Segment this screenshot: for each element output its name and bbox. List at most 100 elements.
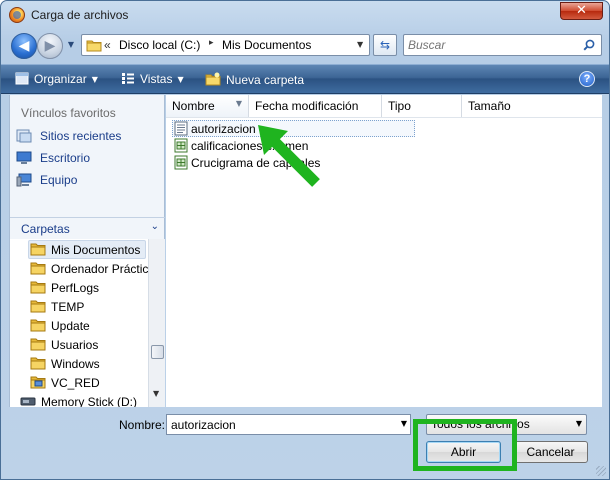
command-toolbar: Organizar ▼ Vistas ▼ Nueva carpeta ? xyxy=(1,64,609,94)
chevron-down-icon[interactable]: ⌄ xyxy=(151,221,159,232)
chevron-down-icon: ▼ xyxy=(91,75,98,84)
organize-label: Organizar xyxy=(34,72,87,86)
annotation-arrow-icon xyxy=(258,125,320,187)
address-dropdown-icon[interactable]: ▼ xyxy=(357,40,367,50)
arrow-left-icon: ◀ xyxy=(18,38,30,54)
search-input[interactable] xyxy=(406,36,576,54)
folders-header[interactable]: Carpetas ⌄ xyxy=(10,217,165,237)
file-name-input[interactable] xyxy=(169,416,393,433)
tree-item-label: Usuarios xyxy=(51,338,99,352)
folder-icon xyxy=(30,262,46,275)
favorite-desktop[interactable]: Escritorio xyxy=(16,151,90,169)
column-header-label: Nombre xyxy=(172,99,215,113)
back-button[interactable]: ◀ xyxy=(11,33,37,59)
firefox-icon xyxy=(9,7,25,23)
folder-icon xyxy=(30,243,46,256)
arrow-right-icon: ▶ xyxy=(44,38,56,54)
recent-places-icon xyxy=(16,129,32,143)
tree-item-label: TEMP xyxy=(51,300,85,314)
tree-item-perflogs[interactable]: PerfLogs xyxy=(10,278,148,297)
tree-item-temp[interactable]: TEMP xyxy=(10,297,148,316)
resize-grip-icon[interactable] xyxy=(596,466,606,476)
column-header-label: Tamaño xyxy=(468,99,511,113)
favorite-recent-places[interactable]: Sitios recientes xyxy=(16,129,121,147)
address-overflow-chevron[interactable]: « xyxy=(104,38,111,52)
file-list: Nombre ▼ Fecha modificación Tipo Tamaño … xyxy=(166,95,602,407)
scrollbar-thumb[interactable] xyxy=(151,345,164,359)
organize-icon xyxy=(15,72,29,85)
tree-item-label: PerfLogs xyxy=(51,281,100,295)
favorite-label: Sitios recientes xyxy=(40,129,122,143)
tree-item-label: Update xyxy=(51,319,90,333)
folder-icon xyxy=(30,338,46,351)
folder-icon xyxy=(30,357,46,370)
desktop-icon xyxy=(16,151,32,164)
folders-header-label: Carpetas xyxy=(21,222,70,236)
refresh-button[interactable]: ⇆ xyxy=(373,34,397,56)
address-bar[interactable]: « Disco local (C:) ▸ Mis Documentos ▼ xyxy=(81,34,370,56)
scroll-down-arrow-icon[interactable]: ▼ xyxy=(153,389,159,398)
folder-tree: Mis Documentos Ordenador Práctic PerfLog… xyxy=(10,239,148,407)
favorite-label: Equipo xyxy=(40,173,78,187)
address-segment-my-documents[interactable]: Mis Documentos xyxy=(222,38,311,52)
column-header-label: Tipo xyxy=(388,99,411,113)
views-icon xyxy=(122,73,134,84)
new-folder-button[interactable]: Nueva carpeta xyxy=(205,72,304,87)
window-title: Carga de archivos xyxy=(31,8,129,22)
address-separator-icon[interactable]: ▸ xyxy=(209,38,214,48)
tree-item-windows[interactable]: Windows xyxy=(10,354,148,373)
column-header-type[interactable]: Tipo xyxy=(382,95,462,117)
chevron-down-icon: ▼ xyxy=(67,40,75,49)
column-header-name[interactable]: Nombre ▼ xyxy=(166,95,249,117)
tree-item-ordenador-practico[interactable]: Ordenador Práctic xyxy=(10,259,148,278)
tree-item-label: Memory Stick (D:) xyxy=(41,395,137,407)
tree-item-label: Ordenador Práctic xyxy=(51,262,148,276)
recent-pages-dropdown[interactable]: ▼ xyxy=(65,39,77,51)
tree-item-update[interactable]: Update xyxy=(10,316,148,335)
tree-item-vc-red[interactable]: VC_RED xyxy=(10,373,148,392)
navigation-pane: Vínculos favoritos Sitios recientes Escr… xyxy=(9,95,165,407)
file-name-label-text: Nombre: xyxy=(119,418,166,432)
organize-menu[interactable]: Organizar ▼ xyxy=(15,72,98,86)
tree-item-usuarios[interactable]: Usuarios xyxy=(10,335,148,354)
chevron-down-icon[interactable]: ▼ xyxy=(401,419,407,428)
annotation-highlight-box xyxy=(413,419,517,471)
file-name: autorizacion xyxy=(191,122,256,136)
search-icon[interactable] xyxy=(583,39,595,51)
sort-dropdown-icon[interactable]: ▼ xyxy=(236,99,242,108)
drive-icon xyxy=(20,397,36,406)
header-divider xyxy=(166,117,602,118)
favorite-computer[interactable]: Equipo xyxy=(16,173,77,191)
title-bar: Carga de archivos ✕ xyxy=(1,1,609,29)
help-icon[interactable]: ? xyxy=(579,71,595,87)
close-button[interactable]: ✕ xyxy=(560,2,603,20)
tree-item-memory-stick[interactable]: Memory Stick (D:) xyxy=(10,392,148,407)
tree-item-label: VC_RED xyxy=(51,376,100,390)
views-label: Vistas xyxy=(140,72,173,86)
column-header-size[interactable]: Tamaño xyxy=(462,95,602,117)
folder-tree-scrollbar[interactable]: ▼ xyxy=(148,239,165,407)
address-segment-local-disk[interactable]: Disco local (C:) xyxy=(119,38,200,52)
folder-icon xyxy=(86,40,102,52)
column-header-label: Fecha modificación xyxy=(255,99,359,113)
folder-special-icon xyxy=(30,376,46,389)
tree-item-label: Windows xyxy=(51,357,100,371)
favorite-links-header: Vínculos favoritos xyxy=(21,106,116,120)
file-open-dialog: Carga de archivos ✕ ◀ ▶ ▼ « Disco local … xyxy=(0,0,610,480)
tree-item-label: Mis Documentos xyxy=(51,243,141,257)
cancel-button[interactable]: Cancelar xyxy=(513,441,588,463)
tree-item-mis-documentos[interactable]: Mis Documentos xyxy=(10,240,148,259)
file-name-combobox[interactable]: ▼ xyxy=(166,414,411,435)
search-box[interactable] xyxy=(403,34,602,56)
column-header-date[interactable]: Fecha modificación xyxy=(249,95,382,117)
chevron-down-icon: ▼ xyxy=(177,75,184,84)
forward-button[interactable]: ▶ xyxy=(37,33,63,59)
refresh-icon: ⇆ xyxy=(379,38,391,52)
computer-icon xyxy=(16,173,32,187)
chevron-down-icon[interactable]: ▼ xyxy=(576,419,582,428)
new-folder-label: Nueva carpeta xyxy=(226,73,305,87)
folder-icon xyxy=(30,300,46,313)
favorite-label: Escritorio xyxy=(40,151,91,165)
views-menu[interactable]: Vistas ▼ xyxy=(121,72,184,86)
cancel-button-label: Cancelar xyxy=(526,445,575,459)
